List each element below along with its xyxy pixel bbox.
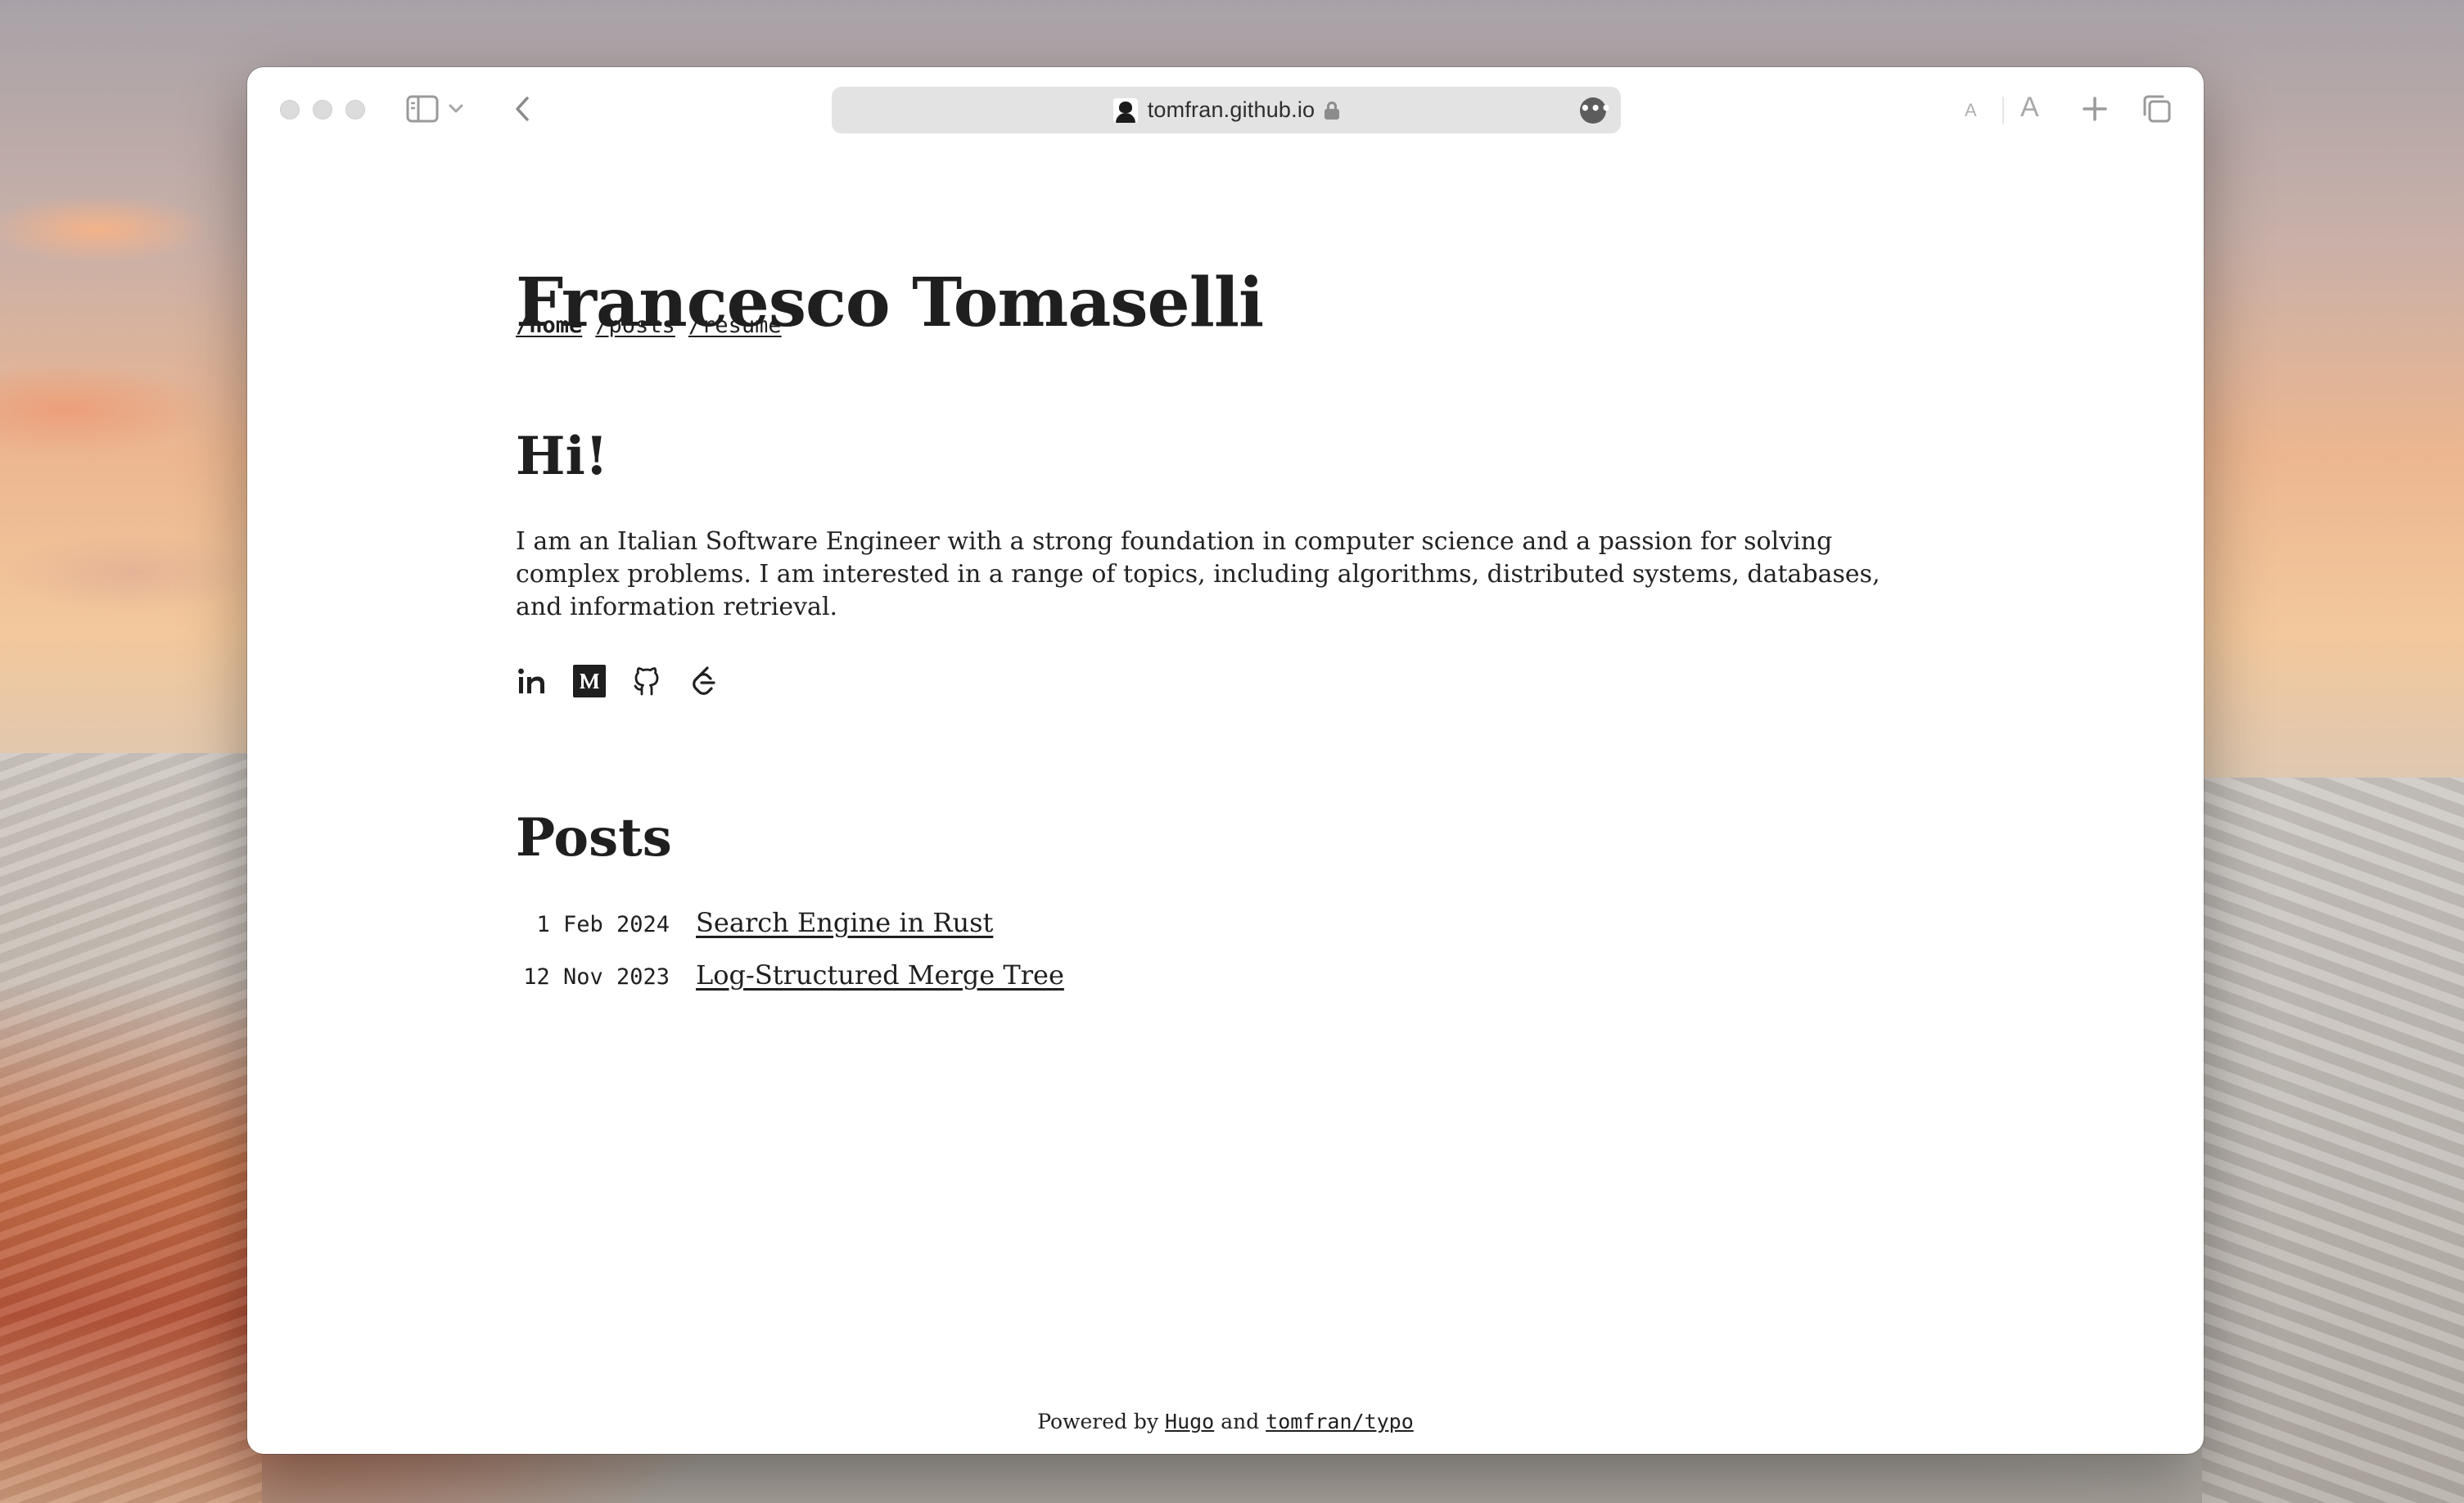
nav-link-posts[interactable]: /posts [595, 313, 675, 338]
posts-heading: Posts [516, 807, 672, 869]
browser-toolbar: tomfran.github.io ••• A A [247, 67, 2204, 152]
intro-paragraph: I am an Italian Software Engineer with a… [516, 527, 1880, 621]
tabs-overview-icon [2143, 95, 2171, 123]
sidebar-icon [406, 95, 439, 123]
decrease-font-button[interactable]: A [1965, 100, 1977, 121]
desktop-rocks-left [0, 753, 262, 1503]
lock-icon [1325, 101, 1340, 120]
footer-powered-by: Powered by [1037, 1410, 1159, 1433]
toolbar-divider [2002, 97, 2004, 124]
post-link[interactable]: Log-Structured Merge Tree [696, 959, 1064, 991]
footer-theme-link[interactable]: tomfran/typo [1266, 1410, 1414, 1433]
back-button[interactable] [512, 95, 532, 123]
linkedin-icon[interactable] [516, 665, 548, 697]
plus-icon [2083, 97, 2107, 121]
page-menu-button[interactable]: ••• [1580, 97, 1611, 124]
github-icon[interactable] [630, 665, 663, 697]
new-tab-button[interactable] [2081, 95, 2109, 123]
chevron-down-icon [449, 104, 463, 113]
main-nav: /home /posts /resume [516, 313, 782, 338]
zoom-window-button[interactable] [345, 100, 365, 120]
site-favicon-icon [1112, 97, 1138, 123]
list-item: 12 Nov 2023 Log-Structured Merge Tree [516, 959, 1064, 1012]
chevron-left-icon [516, 97, 529, 121]
close-window-button[interactable] [280, 100, 300, 120]
post-date: 1 Feb 2024 [523, 912, 670, 937]
sidebar-toggle-button[interactable] [406, 95, 439, 123]
desktop-clouds [0, 65, 262, 639]
browser-window: tomfran.github.io ••• A A Francesco Toma… [247, 67, 2204, 1454]
intro-heading: Hi! [516, 426, 608, 487]
tab-overview-button[interactable] [2141, 93, 2173, 124]
sidebar-menu-button[interactable] [447, 103, 465, 115]
desktop-rocks-right [2202, 778, 2464, 1503]
post-link[interactable]: Search Engine in Rust [696, 907, 993, 938]
nav-link-resume[interactable]: /resume [688, 313, 782, 338]
window-controls [280, 100, 365, 120]
medium-icon[interactable] [573, 665, 606, 697]
post-date: 12 Nov 2023 [523, 964, 670, 990]
social-links [516, 665, 720, 697]
page-footer: Powered by Hugo and tomfran/typo [247, 1410, 2204, 1433]
leetcode-icon[interactable] [688, 665, 720, 697]
increase-font-button[interactable]: A [2020, 92, 2039, 124]
nav-link-home[interactable]: /home [516, 313, 582, 338]
footer-hugo-link[interactable]: Hugo [1165, 1410, 1214, 1433]
footer-and: and [1221, 1410, 1260, 1433]
address-bar[interactable]: tomfran.github.io ••• [832, 87, 1621, 133]
posts-list: 1 Feb 2024 Search Engine in Rust 12 Nov … [516, 907, 1064, 1012]
url-text: tomfran.github.io [1147, 97, 1315, 122]
minimize-window-button[interactable] [313, 100, 332, 120]
list-item: 1 Feb 2024 Search Engine in Rust [516, 907, 1064, 959]
